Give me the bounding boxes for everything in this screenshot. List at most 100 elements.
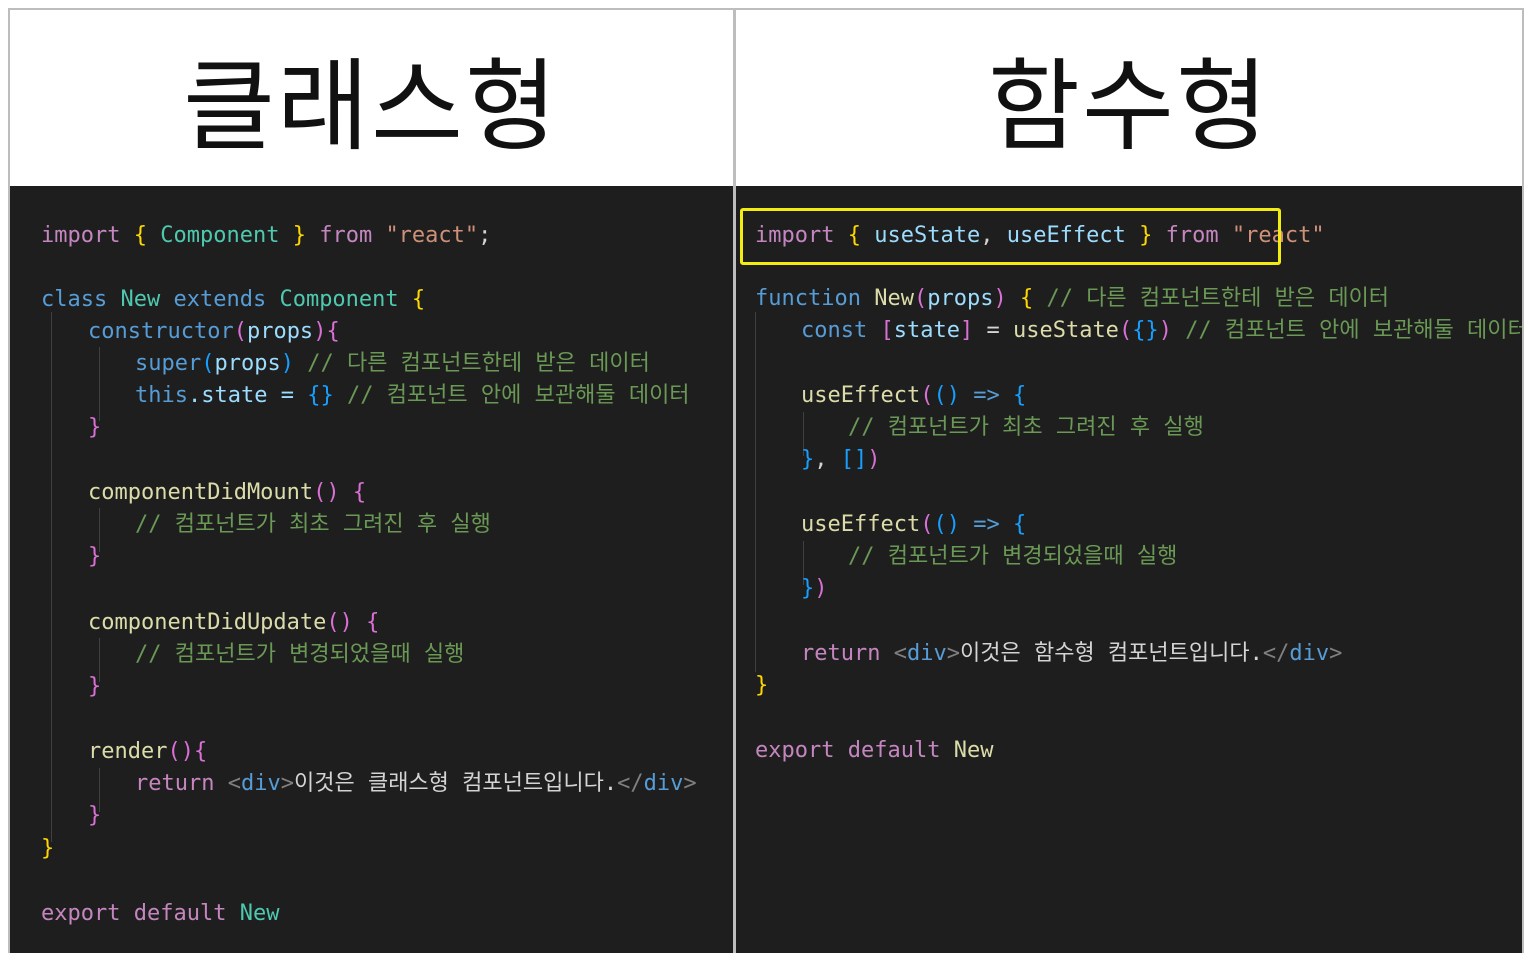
- code-line-16: }: [41, 833, 54, 865]
- brace: }: [292, 223, 306, 248]
- function-code-panel: import { useState, useEffect } from "rea…: [736, 186, 1522, 953]
- hook-call: useEffect: [801, 383, 921, 408]
- code-line-7: useEffect(() => {: [801, 509, 1026, 541]
- code-comment: // 컴포넌트가 최초 그려진 후 실행: [848, 415, 1204, 440]
- method-name: render: [88, 739, 168, 764]
- code-line-9: }: [88, 541, 101, 573]
- return-keyword: return: [801, 641, 881, 666]
- module-string: "react": [385, 223, 479, 248]
- code-line-8: // 컴포넌트가 최초 그려진 후 실행: [135, 509, 491, 541]
- function-code-block: import { useState, useEffect } from "rea…: [736, 186, 1522, 953]
- semicolon: ;: [478, 223, 492, 248]
- paren: (): [326, 610, 353, 635]
- from-keyword: from: [319, 223, 373, 248]
- brace: {: [1012, 383, 1027, 408]
- tag-bracket: <: [227, 771, 241, 796]
- code-line-1: import { Component } from "react";: [41, 220, 491, 252]
- code-line-13: render(){: [88, 736, 207, 768]
- code-comment: // 다른 컴포넌트한테 받은 데이터: [307, 351, 650, 376]
- class-code-panel: import { Component } from "react"; class…: [10, 186, 733, 953]
- class-name: New: [120, 287, 161, 312]
- jsx-text: 이것은 함수형 컴포넌트입니다.: [959, 641, 1263, 666]
- paren: (: [920, 512, 934, 537]
- brace: {: [366, 610, 380, 635]
- brace: {: [133, 223, 147, 248]
- brace: }: [801, 576, 815, 601]
- bracket: [: [880, 318, 894, 343]
- code-line-12: export default New: [755, 735, 993, 767]
- state-variable: state: [893, 318, 960, 343]
- panel-divider: [733, 8, 736, 953]
- code-comment: // 컴포넌트 안에 보관해둘 데이터: [346, 383, 690, 408]
- brace: }: [755, 673, 769, 698]
- indent-guide: [99, 347, 100, 421]
- function-keyword: function: [755, 286, 861, 311]
- code-line-7: componentDidMount() {: [88, 477, 366, 509]
- code-line-10: return <div>이것은 함수형 컴포넌트입니다.</div>: [801, 638, 1342, 670]
- brace: }: [801, 447, 815, 472]
- indent-guide: [51, 312, 52, 842]
- empty-array: []: [840, 447, 868, 472]
- code-line-11: // 컴포넌트가 변경되었을때 실행: [135, 639, 464, 671]
- jsx-text: 이것은 클래스형 컴포넌트입니다.: [293, 771, 618, 796]
- super-keyword: super: [135, 351, 202, 376]
- paren: (: [201, 351, 215, 376]
- tag-bracket: </: [1262, 641, 1290, 666]
- code-comment: // 컴포넌트가 변경되었을때 실행: [135, 642, 465, 667]
- code-line-4: super(props) // 다른 컴포넌트한테 받은 데이터: [135, 348, 650, 380]
- tag-bracket: >: [683, 771, 697, 796]
- default-keyword: default: [847, 738, 941, 763]
- brace: }: [88, 415, 102, 440]
- bracket: ]: [959, 318, 974, 343]
- code-comment: // 다른 컴포넌트한테 받은 데이터: [1046, 286, 1390, 311]
- param: props: [927, 286, 994, 311]
- paren: (: [1118, 318, 1133, 343]
- class-keyword: class: [41, 287, 108, 312]
- param: props: [214, 351, 281, 376]
- paren: (: [233, 319, 247, 344]
- export-name: New: [953, 738, 994, 763]
- paren: ): [1158, 318, 1172, 343]
- tag-bracket: >: [280, 771, 294, 796]
- method-name: componentDidUpdate: [88, 610, 327, 635]
- paren: ): [867, 447, 881, 472]
- brace: {: [1019, 286, 1034, 311]
- code-line-14: return <div>이것은 클래스형 컴포넌트입니다.</div>: [135, 768, 697, 800]
- param: props: [246, 319, 314, 344]
- class-component-title: 클래스형: [183, 47, 559, 165]
- constructor-keyword: constructor: [88, 319, 234, 344]
- brace: {: [411, 287, 426, 312]
- tag-bracket: <: [893, 641, 907, 666]
- extends-keyword: extends: [173, 287, 267, 312]
- comma: ,: [814, 447, 828, 472]
- code-line-3: const [state] = useState({}) // 컴포넌트 안에 …: [801, 315, 1522, 347]
- tag-bracket: >: [946, 641, 960, 666]
- code-line-9: }): [801, 573, 828, 605]
- brace: {: [352, 480, 367, 505]
- code-line-3: constructor(props){: [88, 316, 340, 348]
- brace: }: [88, 803, 102, 828]
- brace: {: [193, 739, 208, 764]
- tag-bracket: >: [1329, 641, 1343, 666]
- paren: (: [920, 383, 934, 408]
- paren: (): [933, 383, 960, 408]
- empty-object: {}: [1132, 318, 1159, 343]
- paren: (: [913, 286, 928, 311]
- tag-name: div: [643, 771, 684, 796]
- paren: ): [814, 576, 828, 601]
- code-comment: // 컴포넌트가 변경되었을때 실행: [848, 544, 1178, 569]
- import-keyword: import: [41, 223, 121, 248]
- method-name: componentDidMount: [88, 480, 314, 505]
- import-name: Component: [160, 223, 280, 248]
- tag-bracket: </: [617, 771, 644, 796]
- code-line-6: }: [88, 412, 101, 444]
- default-keyword: default: [133, 901, 227, 926]
- import-highlight-box: [740, 208, 1281, 265]
- export-keyword: export: [755, 738, 835, 763]
- code-line-4: useEffect(() => {: [801, 380, 1026, 412]
- code-line-12: }: [88, 671, 101, 703]
- tag-name: div: [240, 771, 281, 796]
- function-component-title: 함수형: [988, 47, 1270, 165]
- function-name: New: [874, 286, 914, 311]
- code-line-15: }: [88, 800, 101, 832]
